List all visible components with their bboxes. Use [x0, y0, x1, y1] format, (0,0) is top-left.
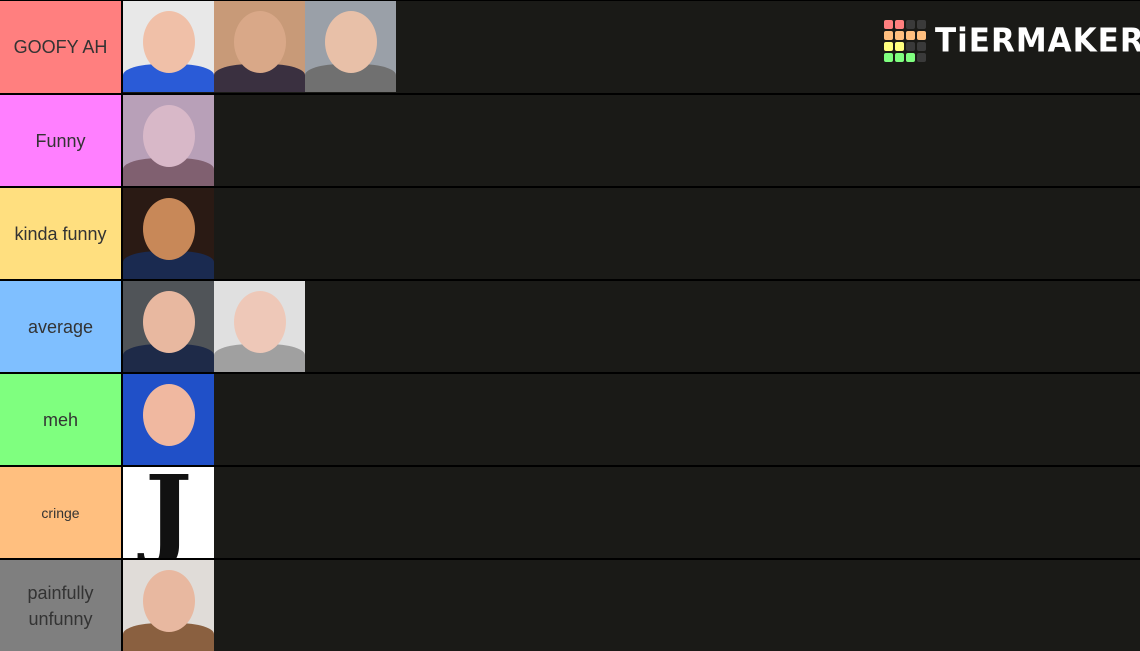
- tier-item-image[interactable]: [214, 1, 305, 92]
- tier-item-image[interactable]: [123, 374, 214, 465]
- tier-items[interactable]: [123, 95, 1140, 186]
- logo-cell: [884, 20, 893, 29]
- tier-item-image[interactable]: [214, 281, 305, 372]
- tier-row: kinda funny: [0, 186, 1140, 279]
- photo-face: [325, 11, 377, 73]
- logo-cell: [906, 53, 915, 62]
- photo-face: [143, 11, 195, 73]
- photo-face: [234, 291, 286, 353]
- tiermaker-logo[interactable]: TiERMAKER: [884, 20, 1140, 62]
- logo-text: TiERMAKER: [935, 22, 1140, 60]
- photo-face: [143, 291, 195, 353]
- tier-item-image[interactable]: [123, 1, 214, 92]
- tier-items[interactable]: [123, 188, 1140, 279]
- tier-item-image[interactable]: [123, 95, 214, 186]
- tier-label[interactable]: cringe: [0, 467, 123, 558]
- tier-item-image[interactable]: [123, 188, 214, 279]
- tier-item-image[interactable]: J: [123, 467, 214, 558]
- tier-label[interactable]: painfully unfunny: [0, 560, 123, 651]
- photo-face: [143, 384, 195, 446]
- logo-cell: [906, 42, 915, 51]
- tier-row: meh: [0, 372, 1140, 465]
- logo-cell: [906, 31, 915, 40]
- tier-item-image[interactable]: [123, 560, 214, 651]
- tier-row: painfully unfunny: [0, 558, 1140, 651]
- logo-cell: [917, 31, 926, 40]
- photo-face: [143, 198, 195, 260]
- logo-cell: [884, 42, 893, 51]
- photo-face: [143, 105, 195, 167]
- tier-label[interactable]: Funny: [0, 95, 123, 186]
- logo-cell: [917, 20, 926, 29]
- photo-face: [234, 11, 286, 73]
- logo-cell: [895, 31, 904, 40]
- tier-list: GOOFY AH Funny kinda funny average meh cringe…: [0, 0, 1140, 651]
- letter-image: J: [123, 467, 214, 558]
- tier-items[interactable]: [123, 281, 1140, 372]
- tier-label[interactable]: average: [0, 281, 123, 372]
- tier-items[interactable]: J: [123, 467, 1140, 558]
- logo-cell: [895, 20, 904, 29]
- tier-label[interactable]: meh: [0, 374, 123, 465]
- tier-row: Funny: [0, 93, 1140, 186]
- logo-cell: [906, 20, 915, 29]
- logo-cell: [917, 53, 926, 62]
- logo-cell: [895, 42, 904, 51]
- logo-cell: [884, 31, 893, 40]
- tier-label[interactable]: kinda funny: [0, 188, 123, 279]
- tier-items[interactable]: [123, 560, 1140, 651]
- tier-row: cringe J: [0, 465, 1140, 558]
- tier-items[interactable]: [123, 374, 1140, 465]
- logo-cell: [884, 53, 893, 62]
- logo-cell: [895, 53, 904, 62]
- tier-row: average: [0, 279, 1140, 372]
- tier-label[interactable]: GOOFY AH: [0, 1, 123, 93]
- logo-grid-icon: [884, 20, 926, 62]
- logo-cell: [917, 42, 926, 51]
- tier-item-image[interactable]: [305, 1, 396, 92]
- tier-item-image[interactable]: [123, 281, 214, 372]
- photo-face: [143, 570, 195, 632]
